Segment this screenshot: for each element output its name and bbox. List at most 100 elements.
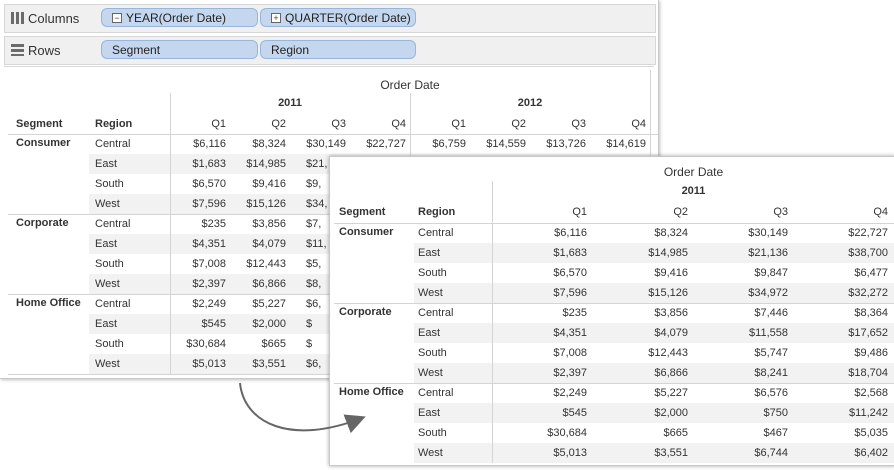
year-header: 2012 [517, 97, 543, 109]
quarter-header: Q2 [511, 118, 526, 130]
region-label: South [95, 178, 124, 190]
region-label: East [418, 407, 441, 419]
value-cell: $30,684 [186, 338, 226, 350]
value-cell: $6,759 [432, 138, 466, 150]
quarter-header: Q2 [673, 206, 688, 218]
region-label: East [95, 238, 118, 250]
value-cell: $3,551 [654, 447, 688, 459]
quarter-header: Q3 [571, 118, 586, 130]
year-header: 2011 [278, 97, 302, 109]
value-cell: $5,013 [192, 358, 226, 370]
value-cell: $7,008 [192, 258, 226, 270]
value-cell: $9,416 [252, 178, 286, 190]
value-cell: $6,570 [553, 267, 587, 279]
value-cell: $2,000 [654, 407, 688, 419]
value-cell: $9,486 [854, 347, 888, 359]
value-cell: $14,985 [246, 158, 286, 170]
segment-header: Segment [16, 118, 63, 130]
value-cell: $34,972 [748, 287, 788, 299]
region-label: West [95, 358, 120, 370]
value-cell: $22,727 [366, 138, 406, 150]
value-cell: $545 [562, 407, 587, 419]
header-line [8, 134, 658, 135]
value-cell: $235 [562, 307, 587, 319]
value-cell: $6, [306, 358, 322, 370]
value-cell: $30,149 [748, 227, 788, 239]
value-cell: $4,079 [654, 327, 688, 339]
quarter-header: Q4 [873, 206, 888, 218]
value-cell: $12,443 [648, 347, 688, 359]
value-cell: $8,241 [754, 367, 788, 379]
value-cell: $1,683 [553, 247, 587, 259]
region-label: West [418, 447, 443, 459]
value-cell: $6,570 [192, 178, 226, 190]
value-cell: $9,847 [754, 267, 788, 279]
segment-label: Consumer [339, 226, 394, 238]
column-header: Order Date [380, 78, 440, 92]
value-cell: $ [306, 318, 313, 330]
value-cell: $4,351 [192, 238, 226, 250]
quarter-header: Q3 [773, 206, 788, 218]
value-cell: $3,856 [252, 218, 286, 230]
region-label: Central [95, 298, 131, 310]
value-cell: $2,249 [553, 387, 587, 399]
quarter-header: Q4 [391, 118, 406, 130]
region-label: Central [418, 227, 454, 239]
value-cell: $7, [306, 218, 322, 230]
value-cell: $6,866 [252, 278, 286, 290]
value-cell: $7,008 [553, 347, 587, 359]
segment-divider [334, 383, 894, 384]
segment-divider [334, 303, 894, 304]
value-cell: $18,704 [848, 367, 888, 379]
row-header-divider [170, 93, 171, 374]
value-cell: $38,700 [848, 247, 888, 259]
value-cell: $8, [306, 278, 322, 290]
value-cell: $5,013 [553, 447, 587, 459]
callout-arrow-icon [239, 382, 366, 434]
value-cell: $6,576 [754, 387, 788, 399]
quarter-header: Q1 [211, 118, 226, 130]
value-cell: $9,416 [654, 267, 688, 279]
header-line [334, 223, 894, 224]
region-label: West [95, 278, 120, 290]
value-cell: $7,596 [192, 198, 226, 210]
value-cell: $22,727 [848, 227, 888, 239]
year-header: 2011 [681, 185, 706, 197]
region-header: Region [95, 118, 133, 130]
value-cell: $12,443 [246, 258, 286, 270]
value-cell: $665 [663, 427, 688, 439]
region-label: East [95, 318, 118, 330]
value-cell: $7,596 [553, 287, 587, 299]
segment-label: Home Office [16, 297, 81, 309]
value-cell: $ [306, 338, 313, 350]
region-label: West [418, 287, 443, 299]
value-cell: $34, [306, 198, 328, 210]
region-label: East [95, 158, 118, 170]
value-cell: $11,242 [849, 407, 888, 419]
zoom-crosstab: Order Date 2011 Segment Region Q1 Q2 Q3 Q4 Consu… [330, 157, 894, 465]
row-header-divider [492, 181, 493, 463]
region-label: South [418, 267, 447, 279]
value-cell: $6,116 [554, 227, 587, 239]
value-cell: $3,856 [654, 307, 688, 319]
quarter-header: Q4 [631, 118, 646, 130]
value-cell: $4,351 [553, 327, 587, 339]
value-cell: $5,035 [854, 427, 888, 439]
value-cell: $14,559 [486, 138, 526, 150]
value-cell: $2,397 [192, 278, 226, 290]
region-label: Central [418, 387, 454, 399]
value-cell: $545 [201, 318, 226, 330]
value-cell: $14,619 [606, 138, 646, 150]
region-label: South [418, 347, 447, 359]
quarter-header: Q2 [271, 118, 286, 130]
quarter-header: Q1 [451, 118, 466, 130]
segment-label: Corporate [16, 217, 69, 229]
segment-label: Corporate [339, 306, 392, 318]
value-cell: $750 [763, 407, 788, 419]
value-cell: $5,747 [754, 347, 788, 359]
value-cell: $14,985 [648, 247, 688, 259]
value-cell: $6,477 [854, 267, 888, 279]
segment-header: Segment [339, 206, 386, 218]
value-cell: $4,079 [252, 238, 286, 250]
value-cell: $17,652 [848, 327, 888, 339]
